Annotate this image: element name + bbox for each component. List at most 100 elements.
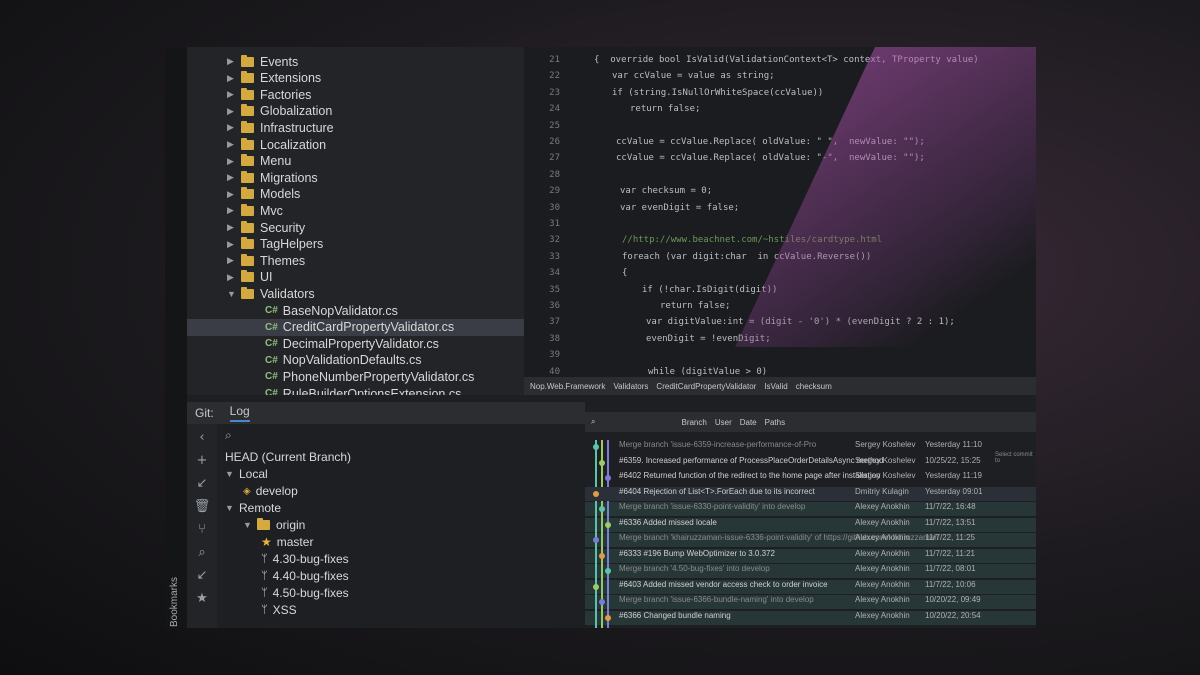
expand-arrow-icon[interactable]: ▶ — [227, 106, 241, 117]
expand-arrow-icon[interactable]: ▶ — [227, 73, 241, 84]
tree-item[interactable]: C# DecimalPropertyValidator.cs — [187, 335, 524, 352]
code-line[interactable]: if (!char.IsDigit(digit)) — [642, 285, 777, 295]
expand-arrow-icon[interactable]: ▶ — [227, 255, 241, 266]
branch-tree-item[interactable]: ▼ Local — [225, 467, 268, 481]
code-editor[interactable]: 21 22 23 24 25 26 27 28 29 30 31 32 33 34 35 36 37 38 39 40… — [524, 47, 1036, 377]
expand-arrow-icon[interactable]: ▶ — [227, 222, 241, 233]
code-line[interactable]: ccValue = ccValue.Replace( oldValue: "-"… — [616, 153, 925, 163]
search-icon[interactable]: ⌕ — [198, 545, 205, 560]
tree-item[interactable]: ▶ Menu — [187, 153, 524, 170]
code-line[interactable]: { override bool IsValid(ValidationContex… — [594, 55, 979, 65]
expand-arrow-icon[interactable]: ▶ — [227, 172, 241, 183]
expand-arrow-icon[interactable]: ▶ — [227, 156, 241, 167]
tree-item[interactable]: ▶ Models — [187, 186, 524, 203]
code-line[interactable]: return false; — [660, 301, 730, 311]
log-filter-branch[interactable]: Branch — [681, 418, 706, 427]
expand-arrow-icon[interactable]: ▶ — [227, 205, 241, 216]
expand-arrow-icon[interactable]: ▶ — [227, 272, 241, 283]
branch-search-icon[interactable]: ⌕ — [225, 428, 232, 443]
tree-item[interactable]: ▶ Migrations — [187, 169, 524, 186]
expand-arrow-icon[interactable]: ▼ — [227, 289, 241, 299]
branch-tree-item[interactable]: ▼ Remote — [225, 501, 281, 515]
branch-tree-item[interactable]: ᛘ 4.30-bug-fixes — [261, 552, 349, 566]
expand-arrow-icon[interactable]: ▼ — [225, 503, 239, 513]
tree-item[interactable]: ▶ UI — [187, 269, 524, 286]
commit-row[interactable]: Merge branch 'issue-6366-bundle-naming' … — [585, 595, 1036, 609]
tree-item[interactable]: ▶ TagHelpers — [187, 236, 524, 253]
expand-arrow-icon[interactable]: ▼ — [243, 520, 257, 530]
breadcrumb-item[interactable]: Validators — [613, 382, 648, 391]
branch-tree-item[interactable]: ᛘ 4.40-bug-fixes — [261, 569, 349, 583]
checkout-icon[interactable]: ↙ — [197, 476, 208, 491]
commit-row[interactable]: Merge branch 'issue-6330-point-validity'… — [585, 502, 1036, 516]
expand-arrow-icon[interactable]: ▶ — [227, 56, 241, 67]
expand-arrow-icon[interactable]: ▼ — [225, 469, 239, 479]
tree-item[interactable]: ▶ Infrastructure — [187, 119, 524, 136]
code-line[interactable]: foreach (var digit:char in ccValue.Rever… — [622, 252, 871, 262]
collapse-icon[interactable]: ‹ — [199, 430, 204, 445]
commit-row[interactable]: #6402 Returned function of the redirect … — [585, 471, 1036, 485]
code-line[interactable]: var checksum = 0; — [620, 186, 712, 196]
branch-tree-item[interactable]: ◈ develop — [243, 484, 298, 498]
expand-arrow-icon[interactable]: ▶ — [227, 189, 241, 200]
commit-row[interactable]: Merge branch '4.50-bug-fixes' into devel… — [585, 564, 1036, 578]
commit-row[interactable]: #6336 Added missed locale Alexey Anokhin 1… — [585, 517, 1036, 532]
breadcrumb-item[interactable]: checksum — [796, 382, 832, 391]
merge-icon[interactable]: ⑂ — [198, 522, 206, 537]
code-line[interactable]: var ccValue = value as string; — [612, 71, 775, 81]
commit-row[interactable]: Merge branch 'khairuzzaman-issue-6336-po… — [585, 533, 1036, 547]
tree-item[interactable]: ▶ Globalization — [187, 103, 524, 120]
branch-tree-item[interactable]: ★ master — [261, 535, 313, 549]
log-filter-paths[interactable]: Paths — [765, 418, 785, 427]
commit-row[interactable]: #6404 Rejection of List<T>.ForEach due t… — [585, 486, 1036, 501]
delete-icon[interactable]: 🗑 — [194, 499, 211, 514]
branch-tree-item[interactable]: HEAD (Current Branch) — [225, 450, 351, 464]
expand-arrow-icon[interactable]: ▶ — [227, 139, 241, 150]
branch-tree-item[interactable]: ᛘ XSS — [261, 603, 297, 617]
code-line[interactable]: var evenDigit = false; — [620, 203, 739, 213]
code-line[interactable]: while (digitValue > 0) — [648, 367, 767, 377]
breadcrumb-item[interactable]: Nop.Web.Framework — [530, 382, 605, 391]
breadcrumb-item[interactable]: IsValid — [764, 382, 787, 391]
tab-log[interactable]: Log — [229, 404, 250, 422]
expand-arrow-icon[interactable]: ▶ — [227, 89, 241, 100]
commit-row[interactable]: #6333 #196 Bump WebOptimizer to 3.0.372 A… — [585, 548, 1036, 563]
tree-item[interactable]: ▶ Mvc — [187, 202, 524, 219]
breadcrumb-item[interactable]: CreditCardPropertyValidator — [656, 382, 756, 391]
code-line[interactable]: if (string.IsNullOrWhiteSpace(ccValue)) — [612, 88, 823, 98]
log-filter-date[interactable]: Date — [740, 418, 757, 427]
tree-item[interactable]: ▼ Validators — [187, 285, 524, 302]
code-line[interactable]: //http://www.beachnet.com/~hstiles/cardt… — [622, 235, 882, 245]
branch-label: master — [276, 535, 314, 549]
tree-item[interactable]: C# PhoneNumberPropertyValidator.cs — [187, 368, 524, 385]
tree-item[interactable]: ▶ Extensions — [187, 70, 524, 87]
code-line[interactable]: { — [622, 268, 627, 278]
star-icon[interactable]: ★ — [196, 591, 208, 606]
bookmarks-tab[interactable]: Bookmarks — [169, 557, 185, 627]
branch-tree-item[interactable]: ▼ origin — [243, 518, 305, 532]
log-filter-user[interactable]: User — [715, 418, 732, 427]
code-line[interactable]: ccValue = ccValue.Replace( oldValue: " "… — [616, 137, 925, 147]
tree-item[interactable]: C# RuleBuilderOptionsExtension.cs — [187, 385, 524, 396]
expand-arrow-icon[interactable]: ▶ — [227, 239, 241, 250]
tree-item[interactable]: ▶ Events — [187, 53, 524, 70]
code-line[interactable]: evenDigit = !evenDigit; — [646, 334, 771, 344]
code-line[interactable]: var digitValue:int = (digit - '0') * (ev… — [646, 317, 955, 327]
tree-item[interactable]: C# NopValidationDefaults.cs — [187, 352, 524, 369]
expand-arrow-icon[interactable]: ▶ — [227, 122, 241, 133]
tree-item[interactable]: ▶ Localization — [187, 136, 524, 153]
tree-item[interactable]: ▶ Security — [187, 219, 524, 236]
branch-tree-item[interactable]: ᛘ 4.50-bug-fixes — [261, 586, 349, 600]
commit-row[interactable]: #6366 Changed bundle naming Alexey Anokhi… — [585, 610, 1036, 625]
tree-item[interactable]: ▶ Factories — [187, 86, 524, 103]
commit-row[interactable]: #6359. Increased performance of ProcessP… — [585, 456, 1036, 470]
code-line[interactable]: return false; — [630, 104, 700, 114]
fetch-icon[interactable]: ↙ — [197, 568, 208, 583]
add-icon[interactable]: + — [197, 453, 208, 468]
tree-item[interactable]: ▶ Themes — [187, 252, 524, 269]
commit-row[interactable]: Merge branch 'issue-6359-increase-perfor… — [585, 440, 1036, 454]
commit-row[interactable]: #6403 Added missed vendor access check t… — [585, 579, 1036, 594]
tree-item[interactable]: C# CreditCardPropertyValidator.cs — [187, 318, 524, 336]
log-search-icon[interactable]: ⌕ — [591, 417, 595, 427]
tree-item[interactable]: C# BaseNopValidator.cs — [187, 302, 524, 319]
